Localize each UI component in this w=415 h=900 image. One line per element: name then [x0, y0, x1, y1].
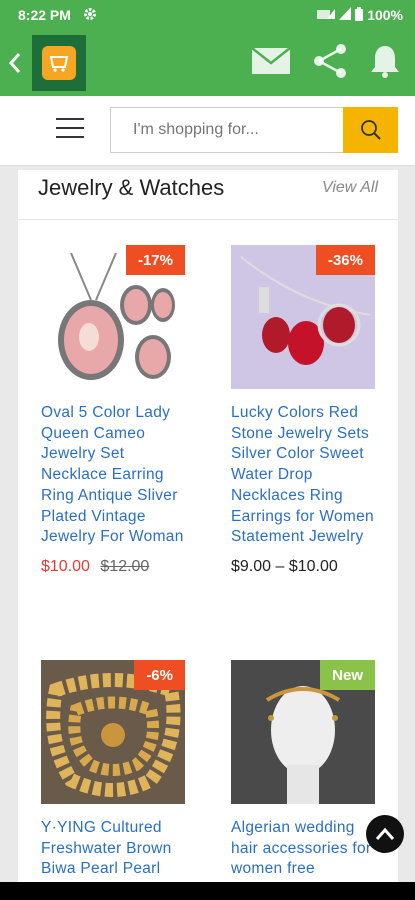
search-input[interactable]	[110, 107, 344, 153]
notification-bell-icon[interactable]	[369, 43, 401, 84]
section-header: Jewelry & Watches View All	[18, 170, 398, 220]
system-navigation-bar	[0, 882, 415, 900]
product-title[interactable]: Oval 5 Color Lady Queen Cameo Jewelry Se…	[41, 403, 185, 548]
price-row: $9.00 – $10.00	[231, 558, 375, 576]
price-range: $9.00 – $10.00	[231, 557, 338, 575]
chevron-up-icon	[375, 827, 395, 840]
status-time: 8:22 PM	[18, 7, 71, 23]
chevron-left-icon	[8, 53, 21, 73]
product-card[interactable]: -36% Lucky Colors Red Stone Jewelry Sets…	[231, 245, 375, 576]
sale-price: $10.00	[41, 557, 90, 575]
discount-badge: -17%	[125, 245, 185, 275]
wifi-signal-icon	[317, 7, 336, 23]
back-button[interactable]	[0, 30, 30, 96]
app-bar	[0, 30, 415, 96]
menu-icon[interactable]	[56, 118, 84, 140]
original-price: $12.00	[100, 557, 150, 575]
product-title[interactable]: Lucky Colors Red Stone Jewelry Sets Silv…	[231, 403, 375, 548]
product-title[interactable]: Y·YING Cultured Freshwater Brown Biwa Pe…	[41, 818, 185, 880]
section-title: Jewelry & Watches	[38, 175, 225, 200]
product-card[interactable]: New Algerian wedding hair accessories fo…	[231, 660, 375, 880]
product-image[interactable]: -17%	[41, 245, 185, 389]
product-section: Jewelry & Watches View All -17% Oval 5 C…	[18, 170, 398, 890]
scroll-to-top-button[interactable]	[366, 815, 404, 853]
status-bar: 8:22 PM 100%	[0, 0, 415, 30]
battery-level: 100%	[367, 7, 403, 23]
price-row: $10.00 $12.00	[41, 558, 185, 576]
discount-badge: -36%	[315, 245, 375, 275]
product-card[interactable]: -6% Y·YING Cultured Freshwater Brown Biw…	[41, 660, 185, 880]
product-image[interactable]: -6%	[41, 660, 185, 804]
settings-icon	[83, 7, 97, 24]
product-image[interactable]: -36%	[231, 245, 375, 389]
app-logo[interactable]	[32, 35, 86, 91]
search-button[interactable]	[343, 107, 398, 153]
search-icon	[360, 120, 381, 140]
product-card[interactable]: -17% Oval 5 Color Lady Queen Cameo Jewel…	[41, 245, 185, 576]
shopping-cart-logo-icon	[42, 46, 76, 80]
share-icon[interactable]	[311, 42, 349, 85]
mail-icon[interactable]	[251, 46, 291, 81]
product-title[interactable]: Algerian wedding hair accessories for wo…	[231, 818, 375, 880]
discount-badge: -6%	[134, 660, 185, 690]
search-area	[0, 96, 415, 166]
battery-icon	[355, 6, 364, 24]
product-image[interactable]: New	[231, 660, 375, 804]
new-badge: New	[320, 660, 375, 690]
view-all-link[interactable]: View All	[322, 179, 378, 197]
cell-signal-icon	[339, 7, 352, 23]
